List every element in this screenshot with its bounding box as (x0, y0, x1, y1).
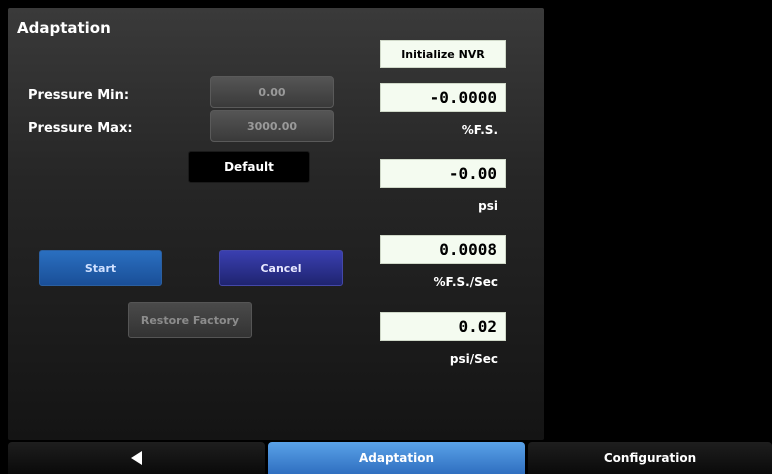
rate-percent-readout: 0.0008 (380, 235, 506, 264)
readout-unit: psi (478, 199, 498, 213)
restore-factory-button[interactable]: Restore Factory (128, 302, 252, 338)
pressure-readout: -0.00 (380, 159, 506, 188)
cancel-button[interactable]: Cancel (219, 250, 343, 286)
rate-psi-readout: 0.02 (380, 312, 506, 341)
tab-adaptation[interactable]: Adaptation (268, 442, 525, 474)
readout-unit: psi/Sec (449, 352, 498, 366)
pressure-min-label: Pressure Min: (28, 88, 130, 103)
back-tab[interactable] (8, 442, 265, 474)
readout-unit: %F.S./Sec (433, 275, 499, 289)
tab-configuration[interactable]: Configuration (528, 442, 772, 474)
adaptation-panel (8, 8, 544, 440)
default-button[interactable]: Default (188, 151, 310, 183)
pressure-max-label: Pressure Max: (28, 121, 133, 136)
pressure-max-field[interactable]: 3000.00 (210, 110, 334, 142)
initialize-nvr-button[interactable]: Initialize NVR (380, 40, 506, 68)
pressure-min-field[interactable]: 0.00 (210, 76, 334, 108)
pressure-min-readout: -0.0000 (380, 83, 506, 112)
page-title: Adaptation (17, 19, 111, 37)
start-button[interactable]: Start (39, 250, 162, 286)
readout-unit: %F.S. (461, 123, 498, 137)
back-arrow-icon (131, 451, 142, 465)
